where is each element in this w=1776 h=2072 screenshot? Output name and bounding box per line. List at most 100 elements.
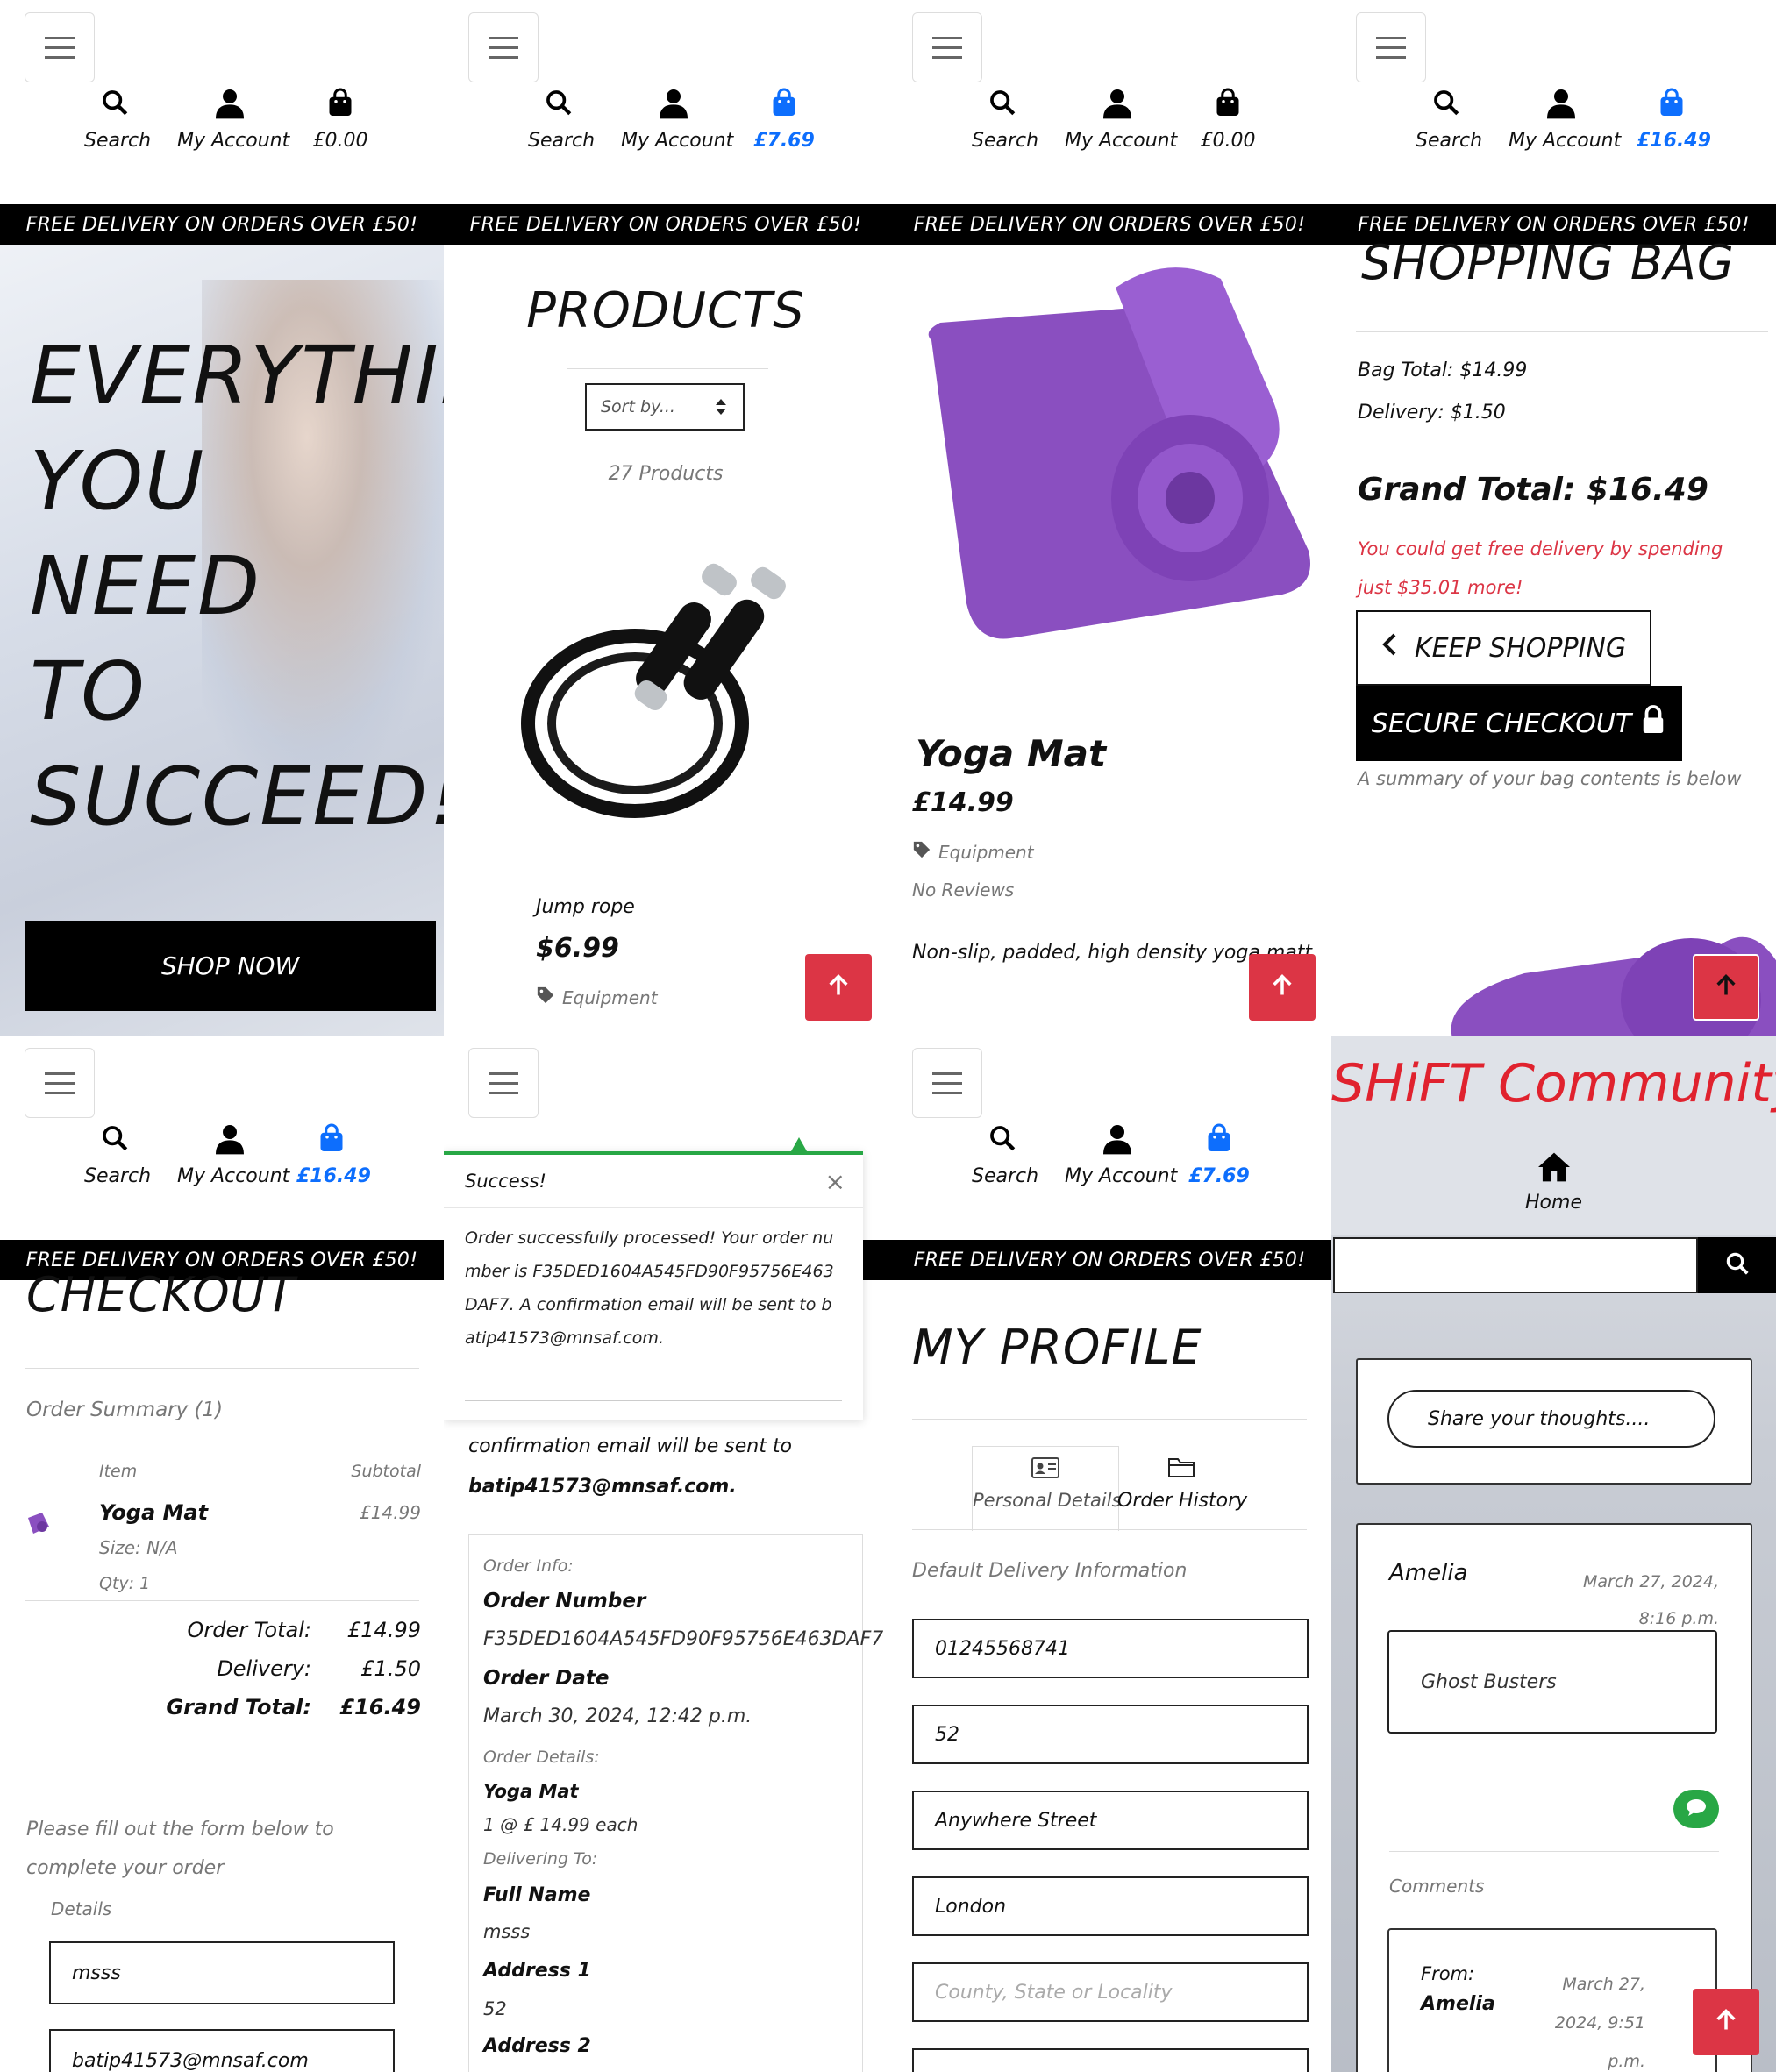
tab-personal-details[interactable]: Personal Details bbox=[972, 1446, 1122, 1531]
nav-search-label: Search bbox=[84, 1165, 152, 1187]
search-button[interactable] bbox=[1698, 1237, 1776, 1293]
divider bbox=[567, 368, 768, 369]
tab-order-history-label: Order History bbox=[1117, 1490, 1248, 1512]
nav-bag[interactable]: £16.49 bbox=[296, 1123, 371, 1187]
product-name: Yoga Mat bbox=[916, 732, 1107, 775]
col-item: Item bbox=[99, 1462, 138, 1481]
secure-checkout-button[interactable]: SECURE CHECKOUT bbox=[1356, 686, 1682, 761]
city-field[interactable]: London bbox=[912, 1876, 1309, 1936]
jump-rope-image bbox=[521, 563, 786, 818]
keep-shopping-button[interactable]: KEEP SHOPPING bbox=[1356, 610, 1651, 686]
hero-text: EVERYTHING YOU NEED TO SUCCEED! bbox=[30, 324, 444, 850]
nav-search-label: Search bbox=[972, 130, 1039, 152]
nav-search[interactable]: Search bbox=[528, 88, 595, 152]
back-to-top-button[interactable] bbox=[1693, 954, 1759, 1021]
nav-account[interactable]: My Account bbox=[621, 88, 734, 152]
brand-logo[interactable]: SHiFT Community bbox=[1331, 1053, 1776, 1114]
user-icon bbox=[1065, 1123, 1170, 1158]
postcode-field[interactable] bbox=[912, 2048, 1309, 2072]
nav-home[interactable]: Home bbox=[1331, 1151, 1776, 1214]
hamburger-menu-button[interactable] bbox=[912, 1048, 982, 1118]
nav-account[interactable]: My Account bbox=[177, 1123, 289, 1187]
nav-bag[interactable]: £7.69 bbox=[1184, 1123, 1254, 1187]
share-input[interactable]: Share your thoughts.... bbox=[1387, 1390, 1715, 1448]
order-info-card: Order Info: Order Number F35DED1604A545F… bbox=[468, 1534, 883, 2072]
product-price: $6.99 bbox=[536, 933, 619, 964]
search-input[interactable] bbox=[1333, 1237, 1698, 1293]
nav-account[interactable]: My Account bbox=[1065, 1123, 1178, 1187]
order-summary-title: Order Summary (1) bbox=[26, 1399, 224, 1421]
search-icon bbox=[972, 1123, 1033, 1158]
post-date-line-1: March 27, 2024, bbox=[1582, 1572, 1719, 1591]
comment-date-line-1: March 27, bbox=[1562, 1975, 1645, 1994]
divider bbox=[25, 1368, 419, 1369]
section-label: Default Delivery Information bbox=[912, 1560, 1188, 1582]
hamburger-menu-button[interactable] bbox=[468, 1048, 539, 1118]
product-category[interactable]: Equipment bbox=[912, 840, 1034, 864]
product-image[interactable] bbox=[503, 544, 837, 833]
detail-qty: 1 @ £ 14.99 each bbox=[483, 1814, 638, 1835]
close-icon[interactable]: × bbox=[825, 1167, 845, 1196]
nav-account[interactable]: My Account bbox=[1065, 88, 1177, 152]
col-subtotal: Subtotal bbox=[351, 1462, 421, 1481]
back-to-top-button[interactable] bbox=[1693, 1989, 1759, 2055]
post-author[interactable]: Amelia bbox=[1389, 1560, 1468, 1586]
nav-account-label: My Account bbox=[1065, 1165, 1178, 1187]
grand-total-value: £16.49 bbox=[339, 1695, 421, 1720]
panel-shopping-bag: Search My Account £16.49 FREE DELIVERY O… bbox=[1331, 0, 1776, 1036]
product-name[interactable]: Jump rope bbox=[536, 896, 635, 918]
search-icon bbox=[528, 88, 589, 123]
nav-bag-total: £7.69 bbox=[1188, 1165, 1250, 1187]
tag-icon bbox=[536, 986, 555, 1009]
search-icon bbox=[1724, 1250, 1751, 1280]
share-card: Share your thoughts.... bbox=[1356, 1358, 1752, 1485]
hamburger-menu-button[interactable] bbox=[468, 12, 539, 82]
tab-personal-details-label: Personal Details bbox=[973, 1490, 1122, 1511]
back-to-top-button[interactable] bbox=[805, 954, 872, 1021]
promo-banner: FREE DELIVERY ON ORDERS OVER £50! bbox=[0, 204, 444, 245]
comment-button[interactable] bbox=[1673, 1790, 1719, 1828]
promo-banner: FREE DELIVERY ON ORDERS OVER £50! bbox=[888, 1240, 1331, 1280]
nav-search[interactable]: Search bbox=[972, 88, 1039, 152]
page-title: PRODUCTS bbox=[526, 282, 805, 339]
nav-bag[interactable]: £7.69 bbox=[749, 88, 819, 152]
promo-banner: FREE DELIVERY ON ORDERS OVER £50! bbox=[444, 204, 888, 245]
divider bbox=[1389, 1851, 1719, 1852]
address1-field[interactable]: 52 bbox=[912, 1705, 1309, 1764]
item-name: Yoga Mat bbox=[99, 1500, 209, 1525]
panel-checkout: Search My Account £16.49 FREE DELIVERY O… bbox=[0, 1036, 444, 2072]
chevron-left-icon bbox=[1381, 632, 1397, 664]
order-info-label: Order Info: bbox=[483, 1556, 574, 1576]
hamburger-menu-button[interactable] bbox=[25, 1048, 95, 1118]
nav-bag[interactable]: £0.00 bbox=[1193, 88, 1263, 152]
email-field[interactable]: batip41573@mnsaf.com bbox=[49, 2029, 395, 2072]
back-to-top-button[interactable] bbox=[1249, 954, 1316, 1021]
nav-bag[interactable]: £0.00 bbox=[305, 88, 375, 152]
nav-bag[interactable]: £16.49 bbox=[1637, 88, 1711, 152]
id-card-icon bbox=[973, 1457, 1118, 1483]
hamburger-menu-button[interactable] bbox=[912, 12, 982, 82]
phone-field[interactable]: 01245568741 bbox=[912, 1619, 1309, 1678]
full-name-label: Full Name bbox=[483, 1884, 591, 1906]
nav-search[interactable]: Search bbox=[972, 1123, 1038, 1187]
nav-bag-total: £16.49 bbox=[296, 1165, 371, 1187]
yoga-mat-image bbox=[928, 267, 1310, 639]
hamburger-menu-button[interactable] bbox=[1356, 12, 1426, 82]
sort-select[interactable]: Sort by... bbox=[585, 383, 745, 431]
nav-search[interactable]: Search bbox=[84, 1123, 152, 1187]
nav-search[interactable]: Search bbox=[1416, 88, 1482, 152]
search-bar bbox=[1331, 1235, 1776, 1295]
shop-now-button[interactable]: SHOP NOW bbox=[25, 921, 436, 1011]
nav-account-label: My Account bbox=[621, 130, 734, 152]
nav-account[interactable]: My Account bbox=[1509, 88, 1621, 152]
comment-date: March 27, 2024, 9:51 p.m. bbox=[1555, 1965, 1645, 2072]
product-category[interactable]: Equipment bbox=[536, 986, 658, 1009]
county-field[interactable]: County, State or Locality bbox=[912, 1962, 1309, 2022]
street-field[interactable]: Anywhere Street bbox=[912, 1791, 1309, 1850]
confirmation-line-2: confirmation email will be sent to bbox=[468, 1435, 792, 1457]
hamburger-menu-button[interactable] bbox=[25, 12, 95, 82]
nav-account[interactable]: My Account bbox=[177, 88, 289, 152]
tab-order-history[interactable]: Order History bbox=[1117, 1446, 1248, 1530]
full-name-field[interactable]: msss bbox=[49, 1941, 395, 2004]
nav-search[interactable]: Search bbox=[84, 88, 151, 152]
